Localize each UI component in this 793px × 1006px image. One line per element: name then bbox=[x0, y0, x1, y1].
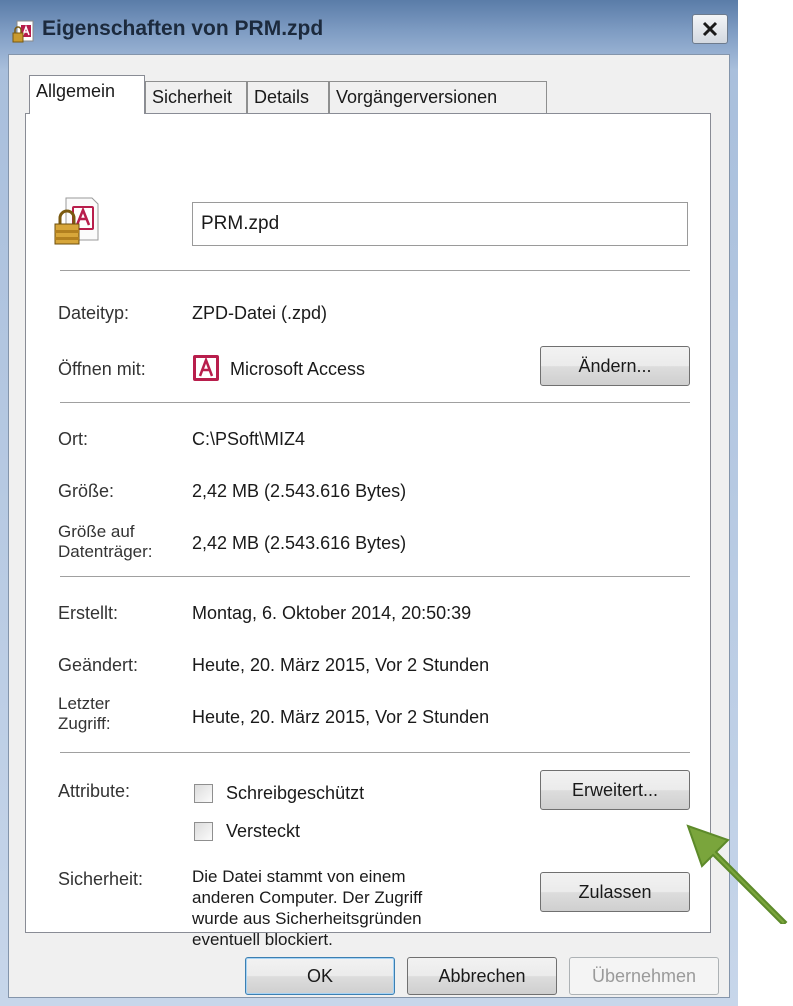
unblock-button[interactable]: Zulassen bbox=[540, 872, 690, 912]
modified-value: Heute, 20. März 2015, Vor 2 Stunden bbox=[192, 655, 490, 675]
separator bbox=[60, 270, 690, 272]
created-label: Erstellt: bbox=[58, 603, 119, 623]
title-bar[interactable]: Eigenschaften von PRM.zpd bbox=[0, 0, 738, 54]
open-with-value: Microsoft Access bbox=[230, 359, 366, 379]
separator bbox=[60, 752, 690, 754]
general-tab-panel: Dateityp: ZPD-Datei (.zpd) Öffnen mit: M… bbox=[25, 113, 711, 949]
access-app-icon bbox=[193, 355, 219, 381]
tab-allgemein[interactable]: Allgemein bbox=[29, 75, 145, 114]
tab-vorgaengerversionen[interactable]: Vorgängerversionen bbox=[329, 81, 547, 113]
apply-button[interactable]: Übernehmen bbox=[569, 957, 719, 995]
window-title: Eigenschaften von PRM.zpd bbox=[42, 17, 324, 40]
close-button[interactable] bbox=[692, 14, 728, 44]
separator bbox=[60, 576, 690, 578]
security-message-line: anderen Computer. Der Zugriff bbox=[192, 888, 423, 907]
hidden-checkbox[interactable] bbox=[194, 822, 213, 841]
green-arrow-icon bbox=[686, 824, 788, 924]
access-file-locked-icon bbox=[12, 20, 34, 43]
file-type-value: ZPD-Datei (.zpd) bbox=[192, 303, 328, 323]
location-value: C:\PSoft\MIZ4 bbox=[192, 429, 306, 449]
accessed-label: Letzter Zugriff: bbox=[58, 694, 111, 734]
security-message: Die Datei stammt von einem anderen Compu… bbox=[192, 866, 422, 950]
security-label: Sicherheit: bbox=[58, 869, 144, 889]
tab-sicherheit[interactable]: Sicherheit bbox=[145, 81, 247, 113]
ok-button[interactable]: OK bbox=[245, 957, 395, 995]
size-value: 2,42 MB (2.543.616 Bytes) bbox=[192, 481, 407, 501]
disk-size-label-line1: Größe auf bbox=[58, 522, 135, 541]
modified-label: Geändert: bbox=[58, 655, 139, 675]
access-file-locked-icon bbox=[54, 197, 99, 245]
attributes-label: Attribute: bbox=[58, 781, 131, 801]
dialog-client-area: Allgemein Sicherheit Details Vorgängerve… bbox=[8, 54, 730, 998]
security-message-line: Die Datei stammt von einem bbox=[192, 867, 406, 886]
file-type-label: Dateityp: bbox=[58, 303, 130, 323]
file-name-field[interactable] bbox=[192, 202, 688, 246]
readonly-checkbox[interactable] bbox=[194, 784, 213, 803]
disk-size-value: 2,42 MB (2.543.616 Bytes) bbox=[192, 533, 407, 553]
size-label: Größe: bbox=[58, 481, 115, 501]
hidden-label[interactable]: Versteckt bbox=[226, 820, 300, 842]
advanced-button[interactable]: Erweitert... bbox=[540, 770, 690, 810]
close-icon bbox=[702, 21, 718, 37]
accessed-label-line1: Letzter bbox=[58, 694, 110, 713]
cancel-button[interactable]: Abbrechen bbox=[407, 957, 557, 995]
security-message-line: eventuell blockiert. bbox=[192, 930, 333, 949]
change-button[interactable]: Ändern... bbox=[540, 346, 690, 386]
disk-size-label-line2: Datenträger: bbox=[58, 542, 153, 561]
tab-details[interactable]: Details bbox=[247, 81, 329, 113]
disk-size-label: Größe auf Datenträger: bbox=[58, 522, 153, 562]
security-message-line: wurde aus Sicherheitsgründen bbox=[192, 909, 422, 928]
location-label: Ort: bbox=[58, 429, 88, 449]
created-value: Montag, 6. Oktober 2014, 20:50:39 bbox=[192, 603, 472, 623]
readonly-label[interactable]: Schreibgeschützt bbox=[226, 782, 364, 804]
accessed-value: Heute, 20. März 2015, Vor 2 Stunden bbox=[192, 707, 490, 727]
separator bbox=[60, 402, 690, 404]
properties-window: Eigenschaften von PRM.zpd Allgemein Sich… bbox=[0, 0, 738, 1006]
accessed-label-line2: Zugriff: bbox=[58, 714, 111, 733]
open-with-label: Öffnen mit: bbox=[58, 359, 146, 379]
